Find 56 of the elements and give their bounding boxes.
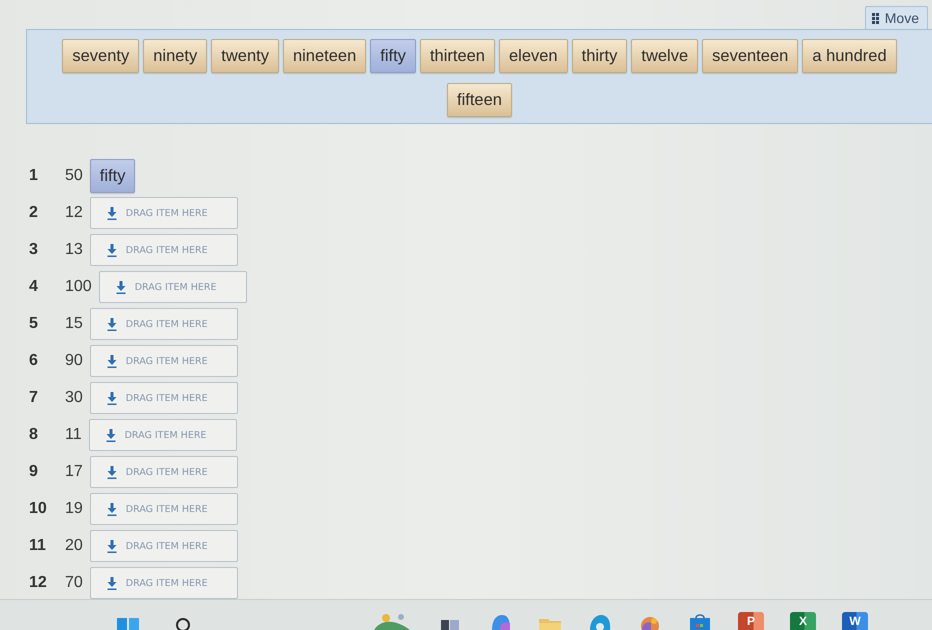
question-number: 10 [29, 500, 48, 518]
word-tile[interactable]: seventeen [702, 39, 798, 73]
word-tile[interactable]: a hundred [802, 39, 897, 73]
number-value: 15 [65, 315, 83, 333]
number-value: 19 [65, 500, 83, 518]
download-arrow-icon [106, 466, 117, 478]
download-arrow-icon [106, 392, 117, 404]
download-arrow-icon [106, 206, 117, 220]
word-tile[interactable]: ninety [143, 39, 208, 73]
download-arrow-icon [106, 428, 116, 442]
word-tile[interactable]: twelve [631, 39, 698, 73]
grip-icon [872, 12, 879, 24]
download-arrow-icon [106, 318, 117, 330]
download-arrow-icon [106, 244, 117, 256]
number-value: 90 [65, 352, 83, 370]
download-arrow-icon [106, 502, 117, 516]
number-value: 100 [65, 278, 92, 296]
question-number: 7 [29, 389, 39, 407]
answer-tile[interactable]: fifty [90, 159, 136, 193]
question-number: 3 [29, 241, 39, 259]
download-arrow-icon [106, 576, 117, 590]
number-value: 13 [65, 241, 83, 259]
number-value: 20 [65, 537, 83, 555]
question-number: 5 [29, 315, 39, 333]
question-number: 4 [29, 278, 39, 296]
question-number: 6 [29, 352, 39, 370]
question-number: 2 [29, 204, 39, 222]
question-number: 1 [29, 167, 39, 185]
number-value: 50 [65, 167, 83, 185]
download-arrow-icon [106, 354, 117, 368]
question-number: 12 [29, 574, 48, 592]
word-tile[interactable]: seventy [62, 39, 140, 73]
word-tile[interactable]: thirteen [420, 39, 495, 73]
presentation-app-icon[interactable]: P [738, 612, 764, 630]
word-tile[interactable]: fifty [370, 39, 416, 73]
number-value: 11 [65, 426, 82, 444]
word-tile[interactable]: twenty [211, 39, 279, 73]
number-value: 70 [65, 574, 83, 592]
question-number: 11 [29, 537, 47, 555]
word-tile[interactable]: fifteen [447, 83, 512, 117]
browser-icon[interactable] [588, 612, 612, 630]
move-handle[interactable]: Move [864, 6, 928, 29]
shopping-bag-icon[interactable] [688, 612, 712, 630]
question-number: 8 [29, 426, 39, 444]
spreadsheet-app-icon[interactable]: X [790, 612, 816, 630]
number-value: 12 [65, 204, 83, 222]
word-tile[interactable]: eleven [498, 39, 568, 73]
weather-icon[interactable] [372, 612, 412, 630]
number-value: 30 [65, 389, 83, 407]
question-number: 9 [29, 463, 39, 481]
download-arrow-icon [106, 540, 117, 552]
download-arrow-icon [116, 280, 126, 294]
document-app-icon[interactable]: W [842, 612, 868, 630]
number-value: 17 [65, 463, 83, 481]
word-tile[interactable]: nineteen [282, 39, 366, 73]
word-tile[interactable]: thirty [572, 39, 628, 73]
